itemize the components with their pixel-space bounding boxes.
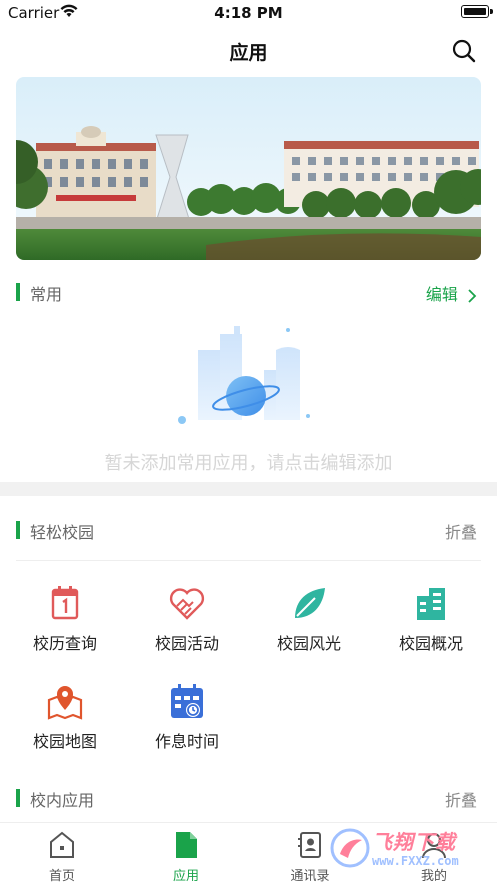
empty-state-text: 暂未添加常用应用，请点击编辑添加	[104, 453, 393, 474]
search-icon[interactable]	[451, 38, 477, 64]
status-bar: Carrier 4:18 PM	[0, 0, 497, 26]
app-campus-map[interactable]: 校园地图	[10, 682, 120, 762]
section-title: 校内应用	[30, 791, 95, 810]
tab-label: 应用	[172, 869, 199, 883]
common-section-header: 常用 编辑	[0, 277, 497, 307]
app-schedule-time[interactable]: 作息时间	[132, 682, 242, 762]
clock: 4:18 PM	[214, 4, 283, 22]
site-watermark: 飞翔下载 www.FXXZ.com	[330, 822, 490, 880]
map-pin-icon	[47, 686, 83, 720]
campus-photo	[16, 77, 481, 260]
app-label: 校历查询	[32, 634, 97, 653]
section-divider	[0, 482, 497, 496]
section-accent-bar	[16, 521, 20, 539]
empty-state-illustration	[178, 326, 310, 424]
section-accent-bar	[16, 283, 20, 301]
edit-label: 编辑	[425, 285, 458, 304]
collapse-button[interactable]: 折叠	[445, 787, 477, 811]
watermark-logo	[330, 828, 370, 868]
app-label: 校园概况	[398, 634, 463, 653]
battery-icon	[461, 5, 493, 18]
calendar-icon	[51, 586, 79, 620]
app-school-calendar[interactable]: 校历查询	[10, 584, 120, 664]
leaf-icon	[295, 588, 325, 618]
easy-campus-header: 轻松校园 折叠	[0, 515, 497, 545]
edit-button[interactable]: 编辑	[426, 281, 477, 305]
section-title: 轻松校园	[30, 523, 95, 542]
app-label: 校园地图	[32, 732, 97, 751]
building-icon	[417, 588, 445, 620]
divider	[16, 560, 481, 561]
app-campus-overview[interactable]: 校园概况	[376, 584, 486, 664]
tab-apps[interactable]: 应用	[124, 823, 248, 883]
home-icon	[50, 831, 74, 858]
contacts-icon	[298, 832, 321, 858]
watermark-url: www.FXXZ.com	[372, 854, 459, 868]
app-label: 作息时间	[154, 732, 219, 751]
page-title: 应用	[229, 42, 268, 64]
watermark-text: 飞翔下载	[372, 830, 456, 854]
chevron-right-icon	[468, 288, 477, 303]
app-campus-activities[interactable]: 校园活动	[132, 584, 242, 664]
app-label: 校园风光	[276, 634, 341, 653]
heart-handshake-icon	[169, 588, 205, 620]
document-icon	[176, 832, 197, 858]
campus-banner[interactable]	[16, 77, 481, 260]
app-campus-scenery[interactable]: 校园风光	[254, 584, 364, 664]
app-label: 校园活动	[154, 634, 219, 653]
internal-apps-header: 校内应用 折叠	[0, 783, 497, 813]
tab-label: 首页	[48, 869, 75, 883]
schedule-icon	[171, 684, 203, 718]
nav-bar: 应用	[0, 26, 497, 76]
section-accent-bar	[16, 789, 20, 807]
tab-home[interactable]: 首页	[0, 823, 124, 883]
section-title: 常用	[30, 285, 63, 304]
collapse-button[interactable]: 折叠	[445, 519, 477, 543]
